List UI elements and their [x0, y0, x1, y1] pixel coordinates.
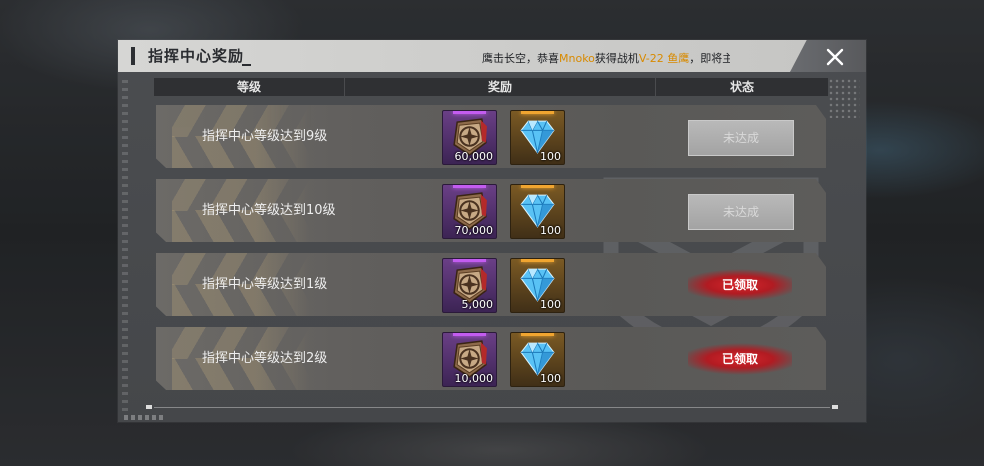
- diamond-qty: 100: [540, 372, 561, 385]
- diamond-qty: 100: [540, 150, 561, 163]
- diamond-reward-item[interactable]: 100: [510, 332, 565, 387]
- header-status: 状态: [729, 80, 754, 94]
- status-button: 已领取: [688, 268, 792, 302]
- diamond-reward-item[interactable]: 100: [510, 184, 565, 239]
- reward-row: 指挥中心等级达到1级 5,000 100 已领取: [156, 253, 826, 316]
- row-label: 指挥中心等级达到1级: [202, 277, 328, 292]
- decor-dots: [828, 78, 860, 118]
- close-icon: [826, 48, 844, 66]
- ticker-suffix: ，即将主宰: [689, 52, 730, 65]
- decor-stripe-bottom: [124, 415, 164, 420]
- reward-row: 指挥中心等级达到10级 70,000 100 未达成: [156, 179, 826, 242]
- rarity-bar: [521, 185, 554, 188]
- table-header: 等级 奖励 状态: [154, 78, 828, 96]
- medal-qty: 5,000: [461, 298, 494, 311]
- ticker-player: Mnoko: [559, 52, 595, 65]
- diamond-reward-item[interactable]: 100: [510, 110, 565, 165]
- decor-stripe: [122, 80, 128, 412]
- ticker-reward: V-22 鱼鹰: [638, 52, 690, 65]
- diamond-qty: 100: [540, 224, 561, 237]
- medal-reward-item[interactable]: 10,000: [442, 332, 497, 387]
- medal-reward-item[interactable]: 70,000: [442, 184, 497, 239]
- status-button: 已领取: [688, 342, 792, 376]
- row-label: 指挥中心等级达到10级: [202, 203, 336, 218]
- header-level: 等级: [154, 78, 345, 96]
- title-cursor: [242, 64, 251, 66]
- diamond-reward-item[interactable]: 100: [510, 258, 565, 313]
- medal-qty: 10,000: [454, 372, 494, 385]
- medal-reward-item[interactable]: 60,000: [442, 110, 497, 165]
- rarity-bar: [521, 111, 554, 114]
- status-button[interactable]: 未达成: [688, 120, 794, 156]
- reward-row: 指挥中心等级达到2级 10,000 100 已领取: [156, 327, 826, 390]
- medal-qty: 60,000: [454, 150, 494, 163]
- rarity-bar: [453, 185, 486, 188]
- ticker-middle: 获得战机: [594, 52, 639, 65]
- row-label: 指挥中心等级达到2级: [202, 351, 328, 366]
- reward-dialog: 指挥中心奖励 鹰击长空，恭喜Mnoko获得战机V-22 鱼鹰，即将主宰 等级 奖…: [118, 40, 866, 422]
- dialog-title: 指挥中心奖励: [148, 47, 245, 65]
- status-button[interactable]: 未达成: [688, 194, 794, 230]
- rarity-bar: [453, 111, 486, 114]
- medal-qty: 70,000: [454, 224, 494, 237]
- row-label: 指挥中心等级达到9级: [202, 129, 328, 144]
- reward-row: 指挥中心等级达到9级 60,000 100 未达成: [156, 105, 826, 168]
- rarity-bar: [453, 259, 486, 262]
- title-accent: [131, 47, 135, 65]
- rarity-bar: [521, 333, 554, 336]
- medal-reward-item[interactable]: 5,000: [442, 258, 497, 313]
- broadcast-ticker: 鹰击长空，恭喜Mnoko获得战机V-22 鱼鹰，即将主宰: [482, 50, 730, 66]
- diamond-qty: 100: [540, 298, 561, 311]
- ticker-prefix: 鹰击长空，恭喜: [482, 52, 559, 65]
- close-button[interactable]: [818, 42, 852, 72]
- rarity-bar: [453, 333, 486, 336]
- rarity-bar: [521, 259, 554, 262]
- header-reward: 奖励: [345, 78, 656, 96]
- scroll-track: [146, 405, 838, 409]
